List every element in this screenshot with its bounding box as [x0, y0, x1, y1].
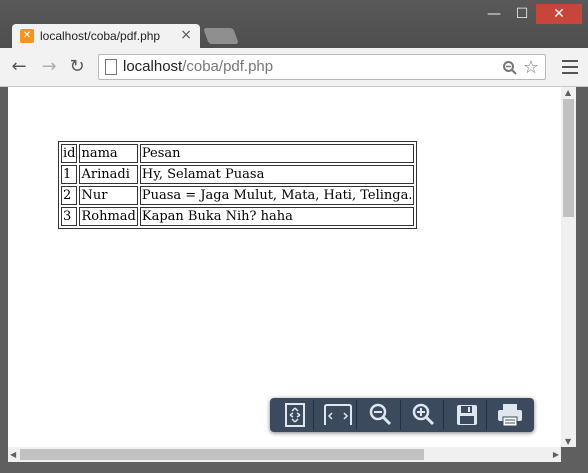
- fit-page-icon: [284, 403, 305, 427]
- zoom-in-icon: [412, 403, 435, 426]
- back-icon[interactable]: ←: [8, 56, 30, 78]
- table-cell: Nur: [79, 186, 138, 205]
- reload-icon[interactable]: ↻: [66, 56, 88, 78]
- xampp-icon: ✕: [20, 29, 34, 43]
- table-cell: Rohmad: [79, 207, 138, 226]
- pdf-toolbar: [270, 398, 534, 432]
- forward-icon[interactable]: →: [38, 56, 60, 78]
- close-window-button[interactable]: ✕: [536, 4, 582, 24]
- table-row: 2 Nur Puasa = Jaga Mulut, Mata, Hati, Te…: [61, 186, 415, 205]
- window-bottom-frame: [0, 462, 588, 473]
- zoom-out-icon: [369, 403, 391, 426]
- data-table: id nama Pesan 1 Arinadi Hy, Selamat Puas…: [58, 141, 418, 229]
- minimize-button[interactable]: —: [480, 4, 508, 24]
- fit-page-button[interactable]: [276, 400, 315, 430]
- zoom-out-button[interactable]: [362, 400, 401, 430]
- horizontal-scrollbar[interactable]: ◀ ▶: [8, 447, 561, 462]
- new-tab-button[interactable]: [203, 28, 239, 44]
- zoom-icon[interactable]: [502, 60, 518, 76]
- print-button[interactable]: [492, 400, 529, 430]
- address-bar[interactable]: localhost/coba/pdf.php ☆: [98, 54, 546, 80]
- page-viewport: id nama Pesan 1 Arinadi Hy, Selamat Puas…: [8, 87, 561, 447]
- horizontal-scroll-thumb[interactable]: [20, 449, 424, 460]
- fit-width-button[interactable]: [319, 400, 358, 430]
- table-cell: 3: [61, 207, 78, 226]
- save-icon: [457, 405, 478, 425]
- header-cell: nama: [79, 144, 138, 163]
- tab-title: localhost/coba/pdf.php: [40, 29, 161, 43]
- table-cell: Hy, Selamat Puasa: [139, 165, 415, 184]
- fit-width-icon: [323, 404, 352, 425]
- zoom-in-button[interactable]: [406, 400, 444, 430]
- tab-close-icon[interactable]: ×: [180, 27, 192, 43]
- table-cell: Kapan Buka Nih? haha: [139, 207, 415, 226]
- scroll-down-arrow[interactable]: ▼: [565, 437, 571, 446]
- table-header-row: id nama Pesan: [61, 144, 415, 163]
- vertical-scroll-thumb[interactable]: [563, 99, 574, 217]
- menu-icon[interactable]: [562, 60, 578, 74]
- save-button[interactable]: [449, 400, 487, 430]
- table-cell: Arinadi: [79, 165, 138, 184]
- scroll-left-arrow[interactable]: ◀: [10, 450, 16, 459]
- maximize-button[interactable]: ☐: [508, 4, 536, 24]
- table-cell: Puasa = Jaga Mulut, Mata, Hati, Telinga.: [139, 186, 415, 205]
- url-text[interactable]: localhost/coba/pdf.php: [123, 58, 273, 75]
- star-icon[interactable]: ☆: [523, 57, 539, 78]
- vertical-scrollbar[interactable]: ▲ ▼: [561, 87, 576, 447]
- table-cell: 1: [61, 165, 78, 184]
- scroll-right-arrow[interactable]: ▶: [553, 450, 559, 459]
- browser-window: — ☐ ✕ ✕ localhost/coba/pdf.php × ← → ↻ l…: [0, 0, 588, 473]
- header-cell: Pesan: [139, 144, 415, 163]
- print-icon: [498, 404, 523, 427]
- table-row: 3 Rohmad Kapan Buka Nih? haha: [61, 207, 415, 226]
- table-cell: 2: [61, 186, 78, 205]
- browser-toolbar: ← → ↻ localhost/coba/pdf.php ☆: [0, 48, 588, 87]
- browser-tab[interactable]: ✕ localhost/coba/pdf.php ×: [12, 24, 200, 48]
- header-cell: id: [61, 144, 78, 163]
- table-row: 1 Arinadi Hy, Selamat Puasa: [61, 165, 415, 184]
- scroll-up-arrow[interactable]: ▲: [565, 88, 571, 97]
- window-controls: — ☐ ✕: [480, 4, 582, 24]
- title-bar: — ☐ ✕ ✕ localhost/coba/pdf.php ×: [0, 0, 588, 48]
- omnibox-icons: ☆: [502, 57, 539, 78]
- page-icon: [105, 59, 117, 75]
